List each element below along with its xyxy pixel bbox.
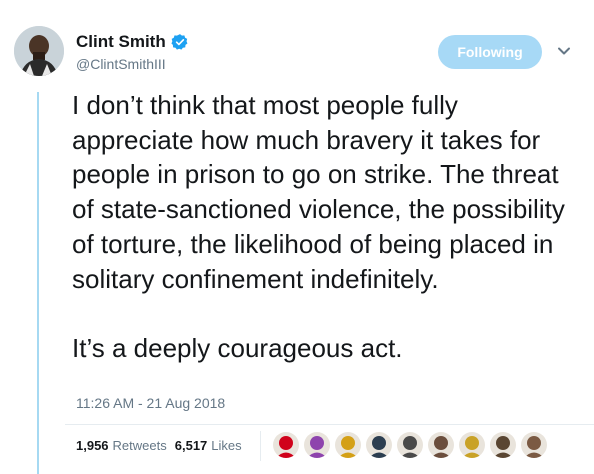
- liker-avatar[interactable]: [334, 431, 362, 459]
- user-handle[interactable]: @ClintSmithIII: [76, 56, 166, 72]
- liker-avatar[interactable]: [365, 431, 393, 459]
- thread-line: [37, 92, 39, 474]
- retweets-label: Retweets: [112, 438, 167, 453]
- tweet-timestamp[interactable]: 11:26 AM - 21 Aug 2018: [76, 395, 225, 411]
- liker-avatar[interactable]: [520, 431, 548, 459]
- liker-avatar[interactable]: [396, 431, 424, 459]
- liker-avatars: [272, 431, 551, 459]
- author-name-row[interactable]: Clint Smith: [76, 32, 189, 52]
- liker-avatar[interactable]: [272, 431, 300, 459]
- liker-avatar[interactable]: [489, 431, 517, 459]
- liker-avatar[interactable]: [458, 431, 486, 459]
- liker-avatar[interactable]: [427, 431, 455, 459]
- liker-avatar[interactable]: [303, 431, 331, 459]
- likes-count: 6,517: [174, 438, 208, 453]
- divider: [65, 424, 594, 425]
- display-name[interactable]: Clint Smith: [76, 32, 166, 52]
- likes-stat[interactable]: 6,517 Likes: [175, 438, 242, 453]
- avatar-image: [14, 26, 64, 76]
- chevron-down-icon[interactable]: [557, 44, 571, 58]
- avatar[interactable]: [14, 26, 64, 76]
- likes-label: Likes: [211, 438, 242, 453]
- stats-divider: [260, 431, 261, 461]
- tweet-stats: 1,956 Retweets 6,517 Likes: [76, 438, 250, 453]
- verified-badge-icon: [171, 34, 188, 50]
- retweets-count: 1,956: [76, 438, 109, 453]
- retweets-stat[interactable]: 1,956 Retweets: [76, 438, 167, 453]
- following-button[interactable]: Following: [438, 35, 542, 69]
- tweet-text: I don’t think that most people fully app…: [72, 90, 565, 363]
